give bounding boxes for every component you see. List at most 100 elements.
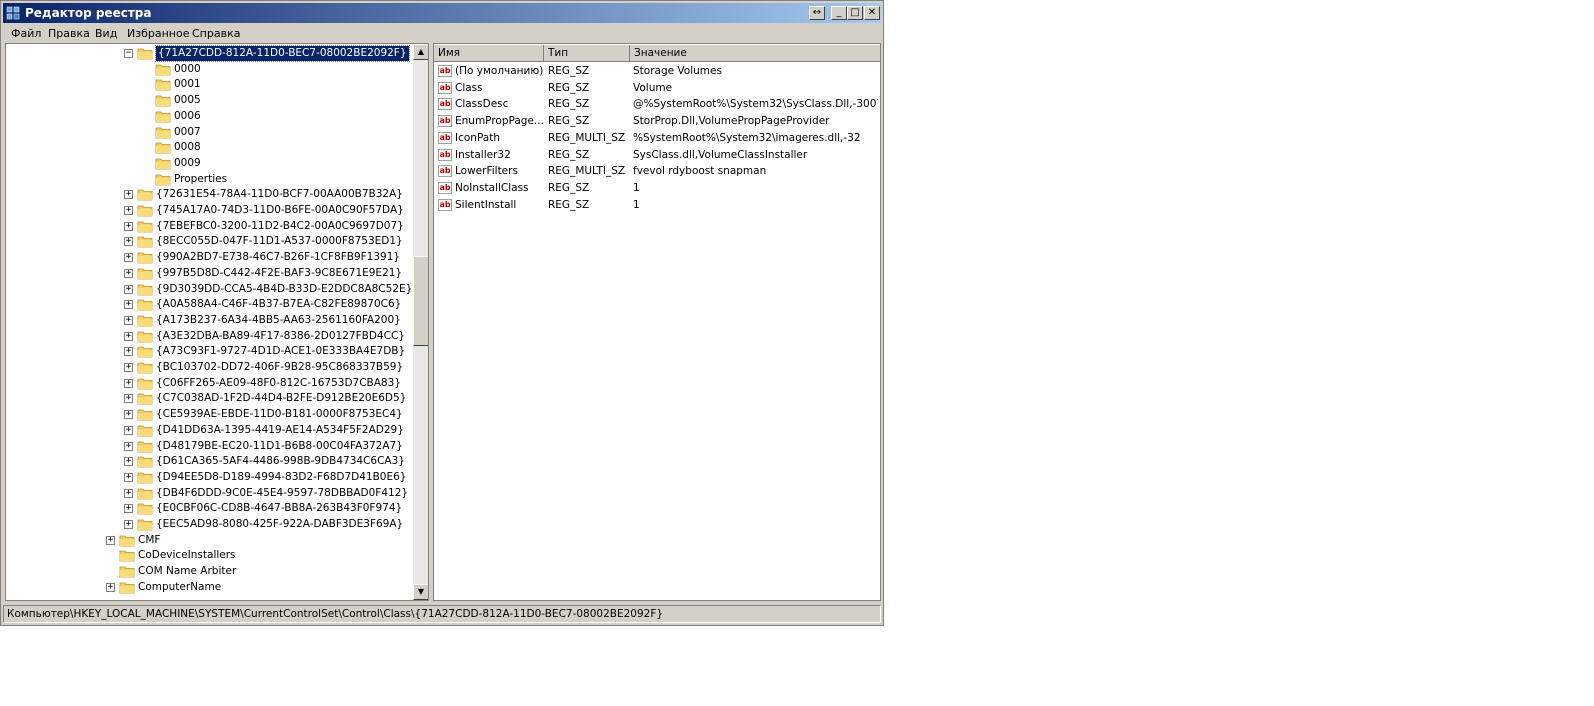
expand-icon[interactable]: + xyxy=(124,488,133,498)
value-name: ClassDesc xyxy=(455,98,509,111)
tree-scrollbar[interactable]: ▲ ▼ xyxy=(413,44,428,600)
expand-icon[interactable]: + xyxy=(124,363,133,372)
expand-icon[interactable]: + xyxy=(124,425,133,435)
menu-file[interactable]: Файл xyxy=(11,27,41,40)
string-value-icon: ab xyxy=(438,81,452,94)
value-row[interactable]: ab (По умолчанию) REG_SZ Storage Volumes xyxy=(434,63,874,80)
value-row[interactable]: ab EnumPropPage... REG_SZ StorProp.Dll,Volu… xyxy=(434,113,874,130)
expand-icon[interactable]: + xyxy=(124,347,133,357)
expand-icon[interactable]: + xyxy=(106,535,115,545)
value-name: IconPath xyxy=(455,131,501,144)
tree-node-label: 0000 xyxy=(174,62,201,75)
value-name: Class xyxy=(455,81,483,94)
tree-node-label: {997B5D8D-C442-4F2E-BAF3-9C8E671E9E21} xyxy=(156,266,403,279)
value-name: Installer32 xyxy=(455,148,511,161)
expand-icon[interactable]: + xyxy=(124,253,133,263)
expand-icon[interactable]: + xyxy=(124,378,133,388)
value-type: REG_MULTI_SZ xyxy=(548,131,626,144)
expand-icon[interactable]: + xyxy=(124,300,133,310)
value-data: Storage Volumes xyxy=(633,65,722,77)
column-header-type[interactable]: Тип xyxy=(544,45,630,62)
value-row[interactable]: ab NoInstallClass REG_SZ 1 xyxy=(434,180,874,197)
tree-node-label: {8ECC055D-047F-11D1-A537-0000F8753ED1} xyxy=(156,235,403,248)
tree-node-label: {7EBEFBC0-3200-11D2-B4C2-00A0C9697D07} xyxy=(156,219,404,232)
tree-node-label: {BC103702-DD72-406F-9B28-95C868337B59} xyxy=(156,361,404,373)
menu-favorites[interactable]: Избранное xyxy=(127,27,189,40)
status-path: Компьютер\HKEY_LOCAL_MACHINE\SYSTEM\Curr… xyxy=(7,608,664,620)
tree-node-label: 0007 xyxy=(174,125,201,138)
value-data: fvevol rdyboost snapman xyxy=(633,165,767,178)
tree-node-label: {745A17A0-74D3-11D0-B6FE-00A0C90F57DA} xyxy=(156,204,404,216)
value-name: EnumPropPage... xyxy=(455,115,543,128)
menu-help[interactable]: Справка xyxy=(192,27,240,40)
tree-node-label: 0006 xyxy=(174,109,201,122)
scroll-thumb[interactable] xyxy=(413,256,428,346)
maximize-button[interactable]: □ xyxy=(847,6,863,20)
tree-node-label: {D94EE5D8-D189-4994-83D2-F68D7D41B0E6} xyxy=(156,470,407,483)
value-name: LowerFilters xyxy=(455,165,518,178)
expand-icon[interactable]: + xyxy=(124,472,133,482)
string-value-icon: ab xyxy=(438,181,452,194)
menu-view[interactable]: Вид xyxy=(95,27,117,40)
minimize-button[interactable]: _ xyxy=(831,6,847,20)
value-type: REG_SZ xyxy=(548,115,590,128)
tree-node-label: CMF xyxy=(138,533,161,546)
value-type: REG_SZ xyxy=(548,81,590,94)
string-value-icon: ab xyxy=(438,198,452,211)
menu-edit[interactable]: Правка xyxy=(48,27,90,40)
value-data: @%SystemRoot%\System32\SysClass.Dll,-300… xyxy=(633,98,878,111)
expand-icon[interactable]: + xyxy=(124,268,133,278)
scroll-down-button[interactable]: ▼ xyxy=(413,584,428,600)
restore-arrows-button[interactable]: ↔ xyxy=(809,6,825,20)
expand-icon[interactable]: + xyxy=(124,284,133,294)
expand-icon[interactable]: + xyxy=(124,457,133,467)
tree-node-label: CoDeviceInstallers xyxy=(138,549,236,562)
value-data: 1 xyxy=(633,181,640,194)
value-data: %SystemRoot%\System32\imageres.dll,-32 xyxy=(633,131,861,144)
tree-node-label: {A73C93F1-9727-4D1D-ACE1-0E333BA4E7DB} xyxy=(156,345,406,358)
column-header-name[interactable]: Имя xyxy=(434,45,544,62)
expand-icon[interactable]: + xyxy=(124,441,133,451)
tree-node-label: {9D3039DD-CCA5-4B4D-B33D-E2DDC8A8C52E} xyxy=(156,282,413,295)
value-row[interactable]: ab ClassDesc REG_SZ @%SystemRoot%\System32\… xyxy=(434,96,878,113)
expand-icon[interactable]: + xyxy=(124,206,133,215)
expand-icon[interactable]: + xyxy=(124,190,133,200)
title-bar[interactable]: Редактор реестра ↔ _ □ ✕ xyxy=(3,3,881,23)
expand-icon[interactable]: + xyxy=(106,582,115,592)
expand-icon[interactable]: + xyxy=(124,331,133,341)
column-header-value[interactable]: Значение xyxy=(630,45,880,62)
close-button[interactable]: ✕ xyxy=(864,6,880,20)
tree-node-label: {C06FF265-AE09-48F0-812C-16753D7CBA83} xyxy=(156,376,401,389)
menu-bar: Файл Правка Вид Избранное Справка xyxy=(3,24,881,42)
value-data: SysClass.dll,VolumeClassInstaller xyxy=(633,148,808,161)
value-row[interactable]: ab LowerFilters REG_MULTI_SZ fvevol rdyboos… xyxy=(434,163,874,180)
tree-node-label: {EEC5AD98-8080-425F-922A-DABF3DE3F69A} xyxy=(156,518,404,530)
expand-icon[interactable]: + xyxy=(124,504,133,514)
value-type: REG_SZ xyxy=(548,65,590,77)
expand-icon[interactable]: + xyxy=(124,410,133,420)
tree-node-label: {D61CA365-5AF4-4486-998B-9DB4734C6CA3} xyxy=(156,455,405,468)
expand-icon[interactable]: + xyxy=(124,520,133,529)
value-data: Volume xyxy=(633,81,673,94)
tree-node-label: {71A27CDD-812A-11D0-BEC7-08002BE2092F} xyxy=(155,45,410,62)
string-value-icon: ab xyxy=(438,65,452,77)
value-row[interactable]: ab SilentInstall REG_SZ 1 xyxy=(434,197,874,214)
tree-node-label: {D41DD63A-1395-4419-AE14-A534F5F2AD29} xyxy=(156,423,404,436)
tree-node-label: 0009 xyxy=(174,156,201,169)
string-value-icon: ab xyxy=(438,148,452,161)
expand-icon[interactable]: + xyxy=(124,237,133,247)
value-row[interactable]: ab Class REG_SZ Volume xyxy=(434,80,874,97)
expand-icon[interactable]: + xyxy=(124,315,133,325)
key-tree-pane[interactable]: ▲ ▼ − {71A27CDD-812A-11D0-BEC7-08002BE209… xyxy=(5,43,429,601)
expand-icon[interactable]: + xyxy=(124,394,133,404)
values-pane[interactable]: Имя Тип Значение ab (По умолчанию) REG_SZ S… xyxy=(433,43,881,601)
value-row[interactable]: ab Installer32 REG_SZ SysClass.dll,VolumeCl… xyxy=(434,147,874,164)
tree-node-label: {CE5939AE-EBDE-11D0-B181-0000F8753EC4} xyxy=(156,408,403,421)
tree-node-label: {A173B237-6A34-4BB5-AA63-2561160FA200} xyxy=(156,313,401,326)
tree-node-label: {72631E54-78A4-11D0-BCF7-00AA00B7B32A} xyxy=(156,188,403,201)
expand-icon[interactable]: + xyxy=(124,221,133,231)
value-row[interactable]: ab IconPath REG_MULTI_SZ %SystemRoot%\Syste… xyxy=(434,130,874,147)
scroll-up-button[interactable]: ▲ xyxy=(413,44,428,60)
collapse-icon[interactable]: − xyxy=(124,49,133,58)
value-name: NoInstallClass xyxy=(455,181,529,194)
